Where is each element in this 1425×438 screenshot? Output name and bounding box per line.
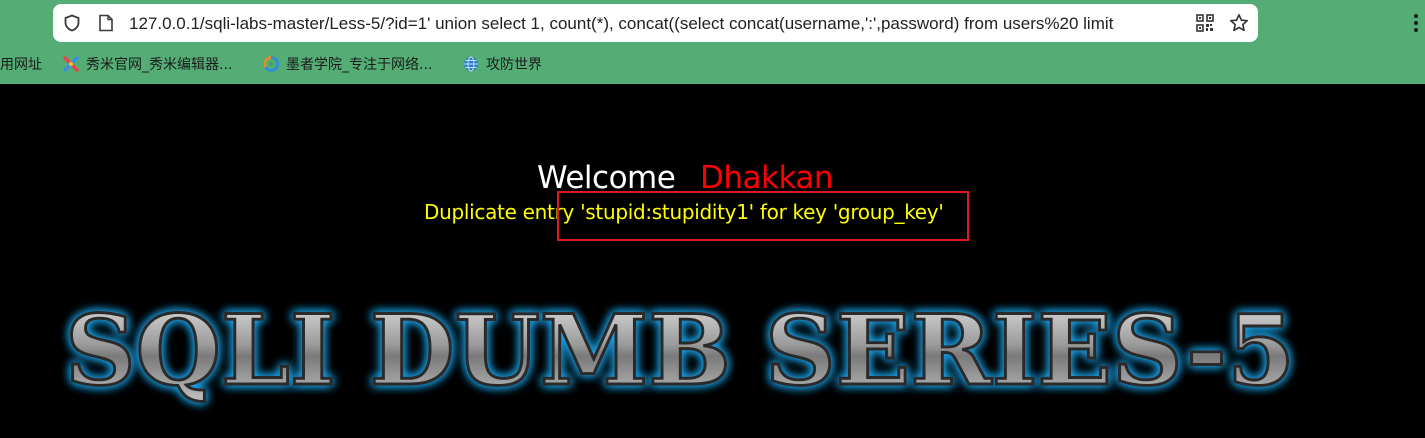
highlight-annotation-box bbox=[557, 191, 969, 241]
banner-image: SQLI DUMB SERIES-5 bbox=[64, 294, 1297, 409]
bookmark-label: 墨者学院_专注于网络... bbox=[286, 57, 433, 73]
bookmark-item[interactable]: 攻防世界 bbox=[463, 55, 542, 75]
qr-code-icon[interactable] bbox=[1196, 14, 1214, 32]
bookmark-item[interactable]: 常用网址 bbox=[0, 55, 42, 75]
url-fade bbox=[1163, 10, 1193, 36]
url-text[interactable]: 127.0.0.1/sqli-labs-master/Less-5/?id=1'… bbox=[129, 13, 1179, 35]
bookmark-item[interactable]: 墨者学院_专注于网络... bbox=[263, 55, 432, 75]
bookmark-label: 攻防世界 bbox=[486, 57, 542, 73]
bookmarks-bar: 常用网址 秀米官网_秀米编辑器... 墨者学院_专注于网络... 攻防世界 bbox=[0, 46, 1425, 84]
address-bar[interactable]: 127.0.0.1/sqli-labs-master/Less-5/?id=1'… bbox=[53, 4, 1258, 42]
page-icon bbox=[99, 14, 113, 32]
bookmark-star-icon[interactable] bbox=[1229, 13, 1249, 33]
bookmark-label: 秀米官网_秀米编辑器... bbox=[86, 57, 233, 73]
bookmark-label: 常用网址 bbox=[0, 57, 42, 73]
shield-icon[interactable] bbox=[63, 14, 81, 32]
browser-toolbar: 127.0.0.1/sqli-labs-master/Less-5/?id=1'… bbox=[0, 0, 1425, 46]
more-menu-icon[interactable] bbox=[1413, 12, 1419, 34]
globe-icon bbox=[464, 56, 478, 72]
xiumi-icon bbox=[63, 56, 79, 72]
bookmark-item[interactable]: 秀米官网_秀米编辑器... bbox=[63, 55, 232, 75]
mozhe-icon bbox=[263, 56, 279, 72]
banner-title: SQLI DUMB SERIES-5 bbox=[65, 294, 1295, 407]
page-content: Welcome Dhakkan Duplicate entry 'stupid:… bbox=[0, 84, 1425, 438]
